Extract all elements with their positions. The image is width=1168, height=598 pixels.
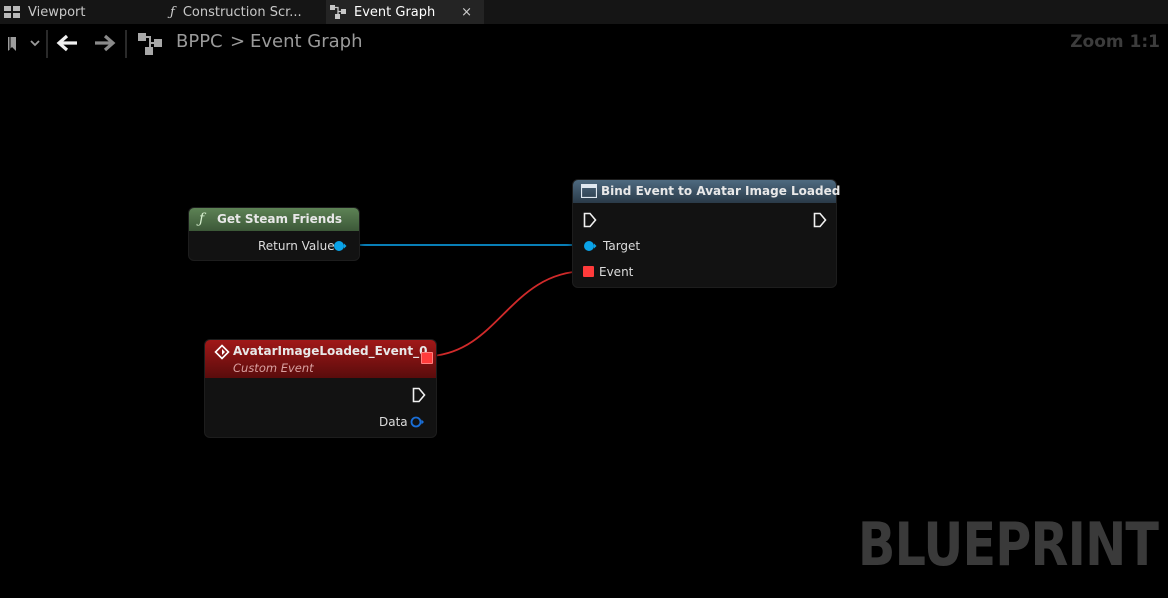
blueprint-watermark: BLUEPRINT: [857, 510, 1159, 580]
delegate-output-pin[interactable]: [421, 352, 433, 364]
node-title: AvatarImageLoaded_Event_0: [233, 344, 428, 358]
graph-wires: [346, 244, 587, 357]
event-delegate-pin[interactable]: [583, 266, 594, 277]
target-pin-label: Target: [603, 239, 641, 253]
get-steam-friends-node[interactable]: ƒ Get Steam Friends Return Value: [188, 207, 360, 261]
target-pin[interactable]: [583, 240, 597, 252]
data-pin-label: Data: [379, 415, 408, 429]
exec-output-pin[interactable]: [412, 387, 426, 403]
bind-event-node[interactable]: Bind Event to Avatar Image Loaded Target…: [572, 179, 841, 288]
return-value-label: Return Value: [258, 239, 335, 253]
node-title: Get Steam Friends: [217, 212, 343, 226]
event-pin-label: Event: [599, 265, 634, 279]
exec-output-pin[interactable]: [813, 212, 827, 228]
event-delegate-wire: [431, 270, 587, 357]
event-icon: [214, 344, 230, 360]
function-icon: ƒ: [199, 211, 205, 227]
exec-input-pin[interactable]: [583, 212, 597, 228]
node-subtitle: Custom Event: [233, 361, 314, 375]
custom-event-node[interactable]: AvatarImageLoaded_Event_0 Custom Event D…: [204, 339, 437, 438]
return-value-pin[interactable]: [333, 240, 347, 252]
node-title: Bind Event to Avatar Image Loaded: [601, 184, 841, 198]
function-call-icon: [581, 184, 597, 198]
data-output-pin[interactable]: [410, 416, 426, 428]
